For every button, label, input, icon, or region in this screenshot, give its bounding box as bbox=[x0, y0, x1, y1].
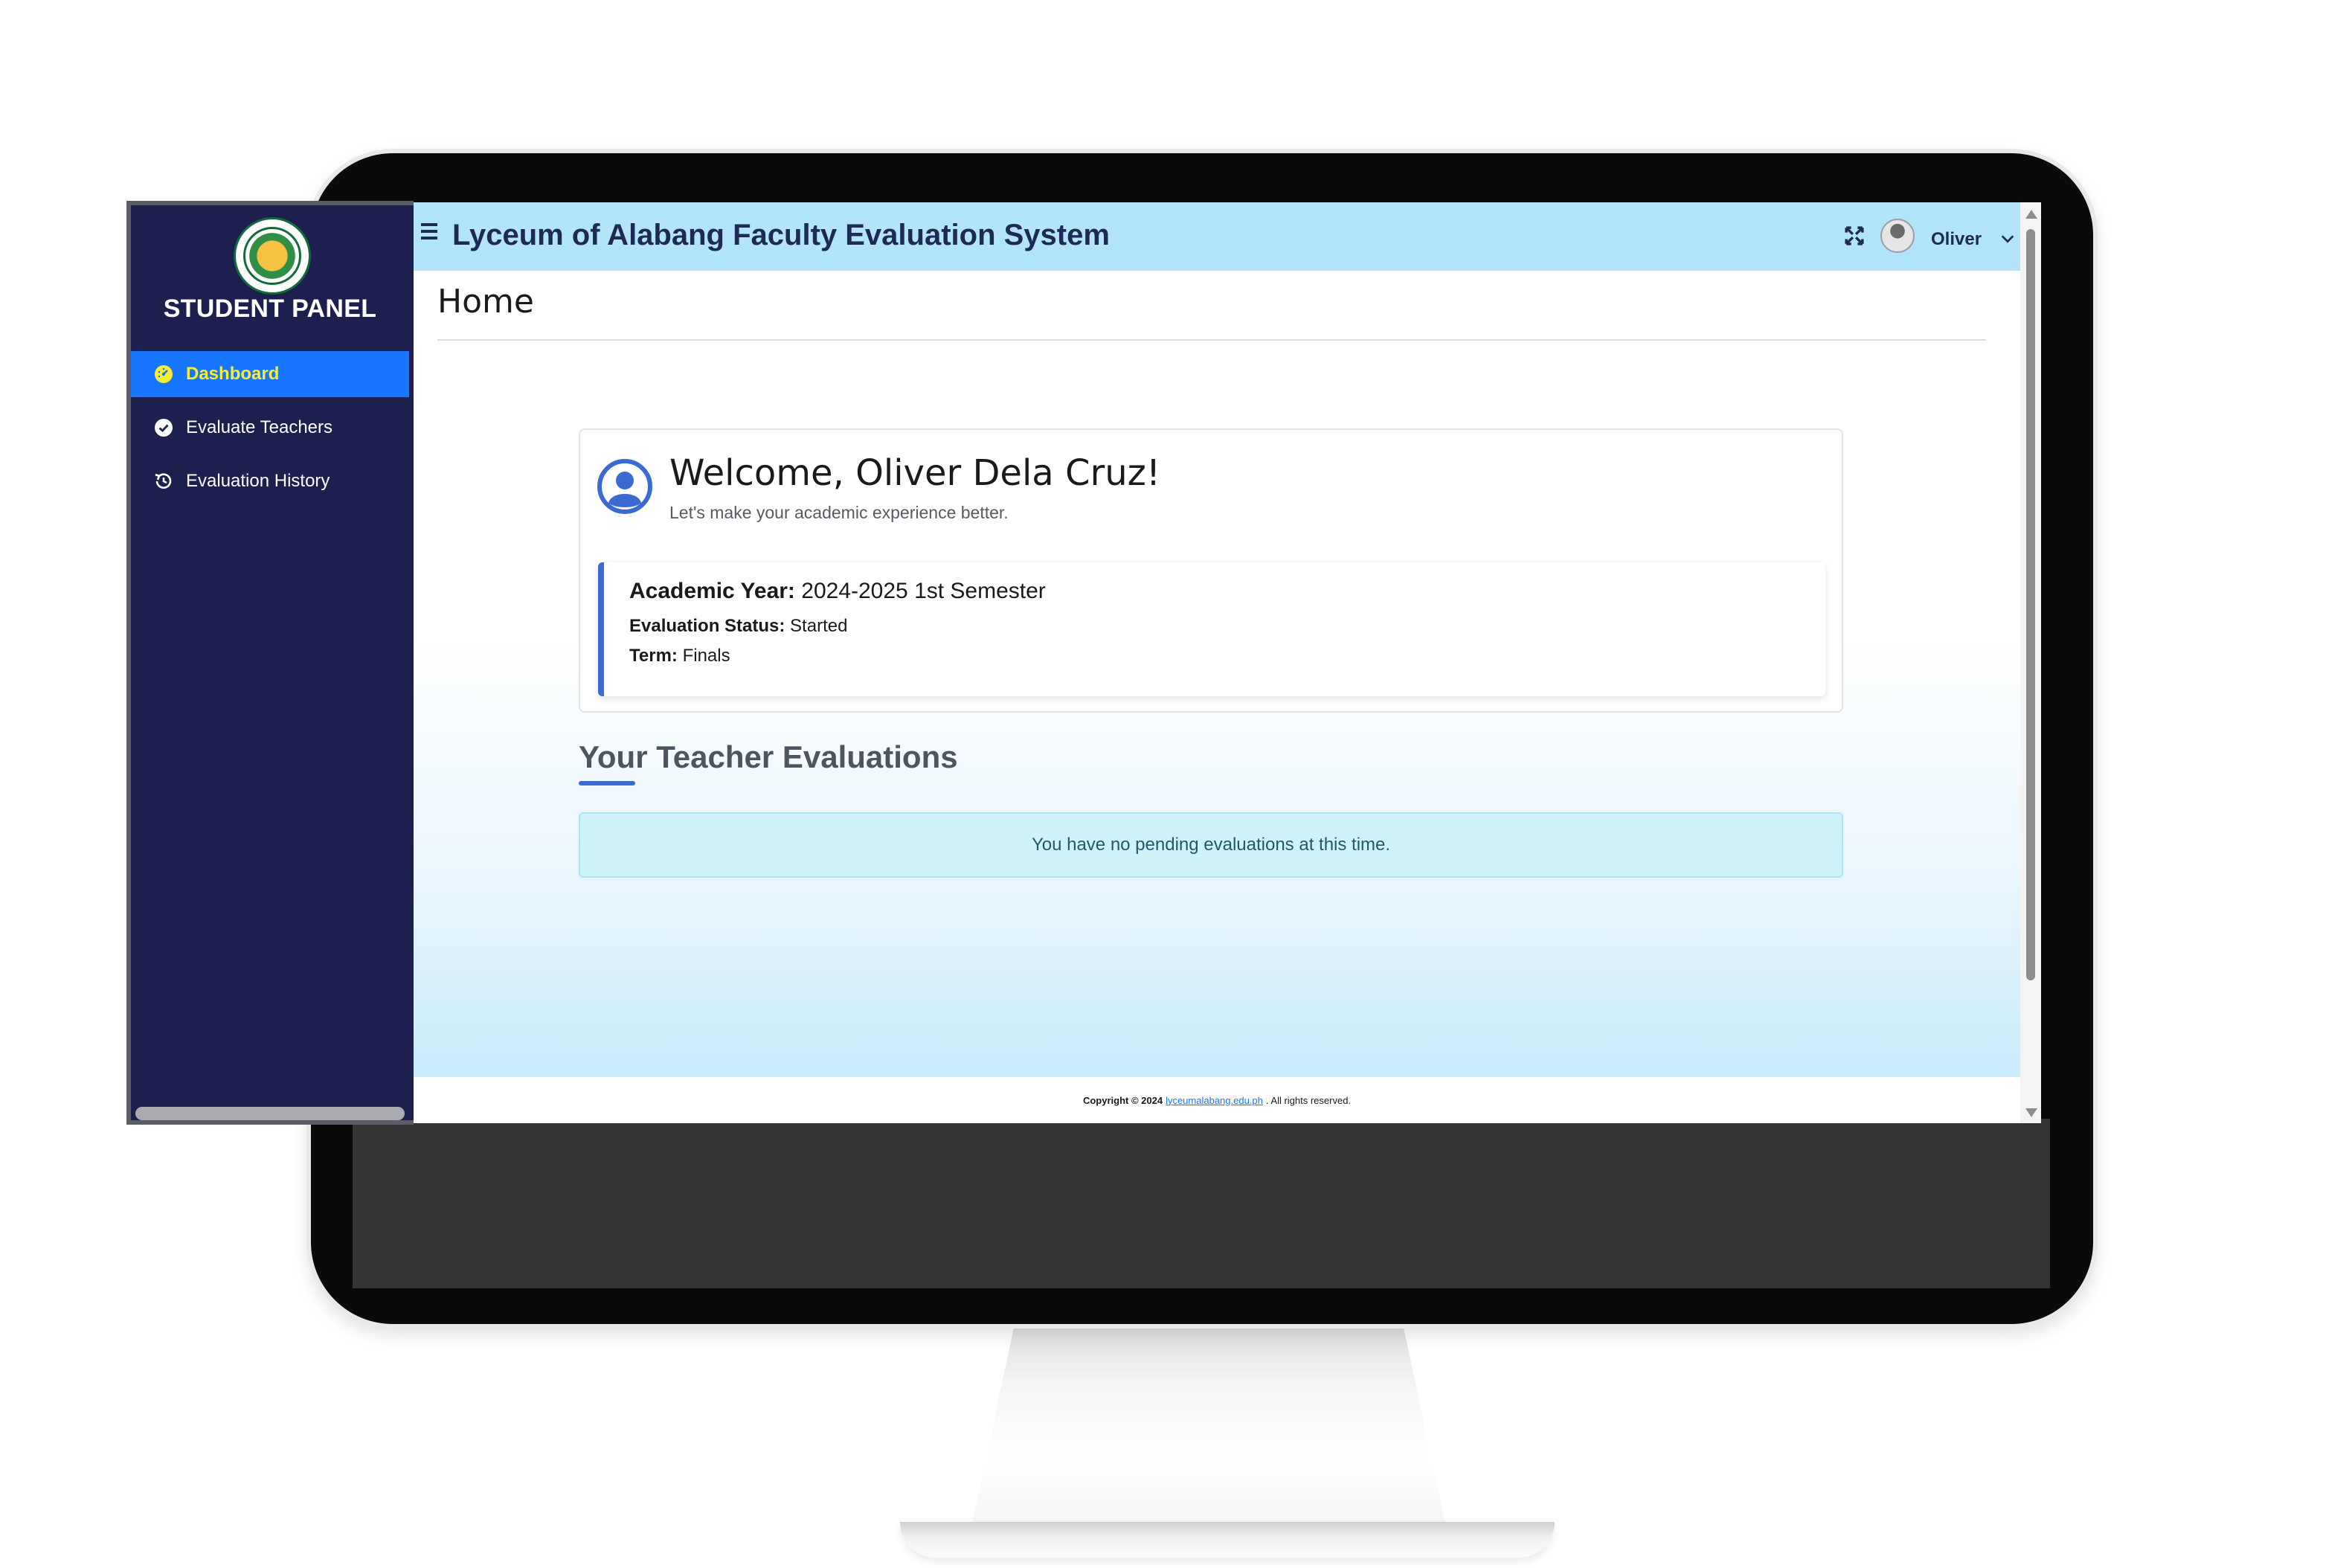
term-label: Term: bbox=[629, 646, 678, 666]
vertical-scrollbar[interactable] bbox=[2020, 202, 2041, 1123]
academic-year-label: Academic Year: bbox=[629, 579, 795, 603]
sidebar: STUDENT PANEL Dashboard Evaluate Teacher… bbox=[126, 201, 414, 1125]
sidebar-item-evaluation-history[interactable]: Evaluation History bbox=[131, 458, 409, 504]
check-circle-icon bbox=[153, 417, 174, 438]
hamburger-menu-icon[interactable] bbox=[421, 223, 437, 240]
dashboard-gauge-icon bbox=[153, 364, 174, 385]
school-seal-icon bbox=[243, 227, 301, 285]
section-title: Your Teacher Evaluations bbox=[579, 739, 958, 774]
page-title: Home bbox=[437, 283, 534, 321]
evaluation-status-line: Evaluation Status: Started bbox=[629, 616, 847, 637]
top-navbar: Lyceum of Alabang Faculty Evaluation Sys… bbox=[414, 202, 2020, 271]
academic-year-value: 2024-2025 1st Semester bbox=[801, 579, 1046, 603]
term-value: Finals bbox=[682, 646, 730, 666]
evaluation-status-label: Evaluation Status: bbox=[629, 616, 785, 636]
sidebar-item-label: Evaluation History bbox=[186, 471, 330, 491]
title-divider bbox=[437, 339, 1986, 341]
user-name[interactable]: Oliver bbox=[1931, 229, 1982, 250]
sidebar-item-label: Evaluate Teachers bbox=[186, 417, 333, 437]
monitor-stand-base bbox=[900, 1522, 1555, 1558]
panel-title: STUDENT PANEL bbox=[163, 295, 377, 323]
academic-year-line: Academic Year: 2024-2025 1st Semester bbox=[629, 579, 1046, 604]
monitor-chin bbox=[353, 1119, 2050, 1288]
sidebar-horizontal-scrollbar[interactable] bbox=[135, 1107, 405, 1120]
no-evaluations-alert: You have no pending evaluations at this … bbox=[579, 812, 1843, 878]
school-logo bbox=[234, 217, 311, 295]
user-avatar[interactable] bbox=[1880, 219, 1915, 253]
history-icon bbox=[153, 471, 174, 492]
fullscreen-icon[interactable] bbox=[1845, 226, 1864, 245]
welcome-heading: Welcome, Oliver Dela Cruz! bbox=[669, 452, 1161, 494]
footer: Copyright © 2024 lyceumalabang.edu.ph . … bbox=[414, 1077, 2020, 1123]
chevron-down-icon[interactable] bbox=[1999, 231, 2016, 247]
welcome-subtitle: Let's make your academic experience bett… bbox=[669, 503, 1009, 522]
user-circle-icon bbox=[597, 459, 652, 514]
sidebar-item-dashboard[interactable]: Dashboard bbox=[131, 351, 409, 397]
footer-link[interactable]: lyceumalabang.edu.ph bbox=[1166, 1095, 1263, 1106]
app-title: Lyceum of Alabang Faculty Evaluation Sys… bbox=[452, 219, 1110, 251]
term-line: Term: Finals bbox=[629, 646, 730, 666]
scrollbar-thumb[interactable] bbox=[2026, 229, 2035, 980]
sidebar-item-evaluate-teachers[interactable]: Evaluate Teachers bbox=[131, 405, 409, 451]
welcome-card: Welcome, Oliver Dela Cruz! Let's make yo… bbox=[579, 428, 1843, 713]
app-screen: Lyceum of Alabang Faculty Evaluation Sys… bbox=[414, 202, 2041, 1123]
monitor-stand-neck bbox=[967, 1324, 1450, 1547]
section-underline bbox=[579, 781, 635, 785]
footer-rights: . All rights reserved. bbox=[1265, 1094, 1352, 1106]
sidebar-item-label: Dashboard bbox=[186, 364, 280, 384]
scroll-down-arrow-icon[interactable] bbox=[2025, 1108, 2037, 1117]
academic-info-box: Academic Year: 2024-2025 1st Semester Ev… bbox=[598, 562, 1825, 696]
scroll-up-arrow-icon[interactable] bbox=[2025, 210, 2037, 219]
footer-copyright: Copyright © 2024 bbox=[1082, 1094, 1163, 1106]
evaluation-status-value: Started bbox=[790, 616, 848, 636]
